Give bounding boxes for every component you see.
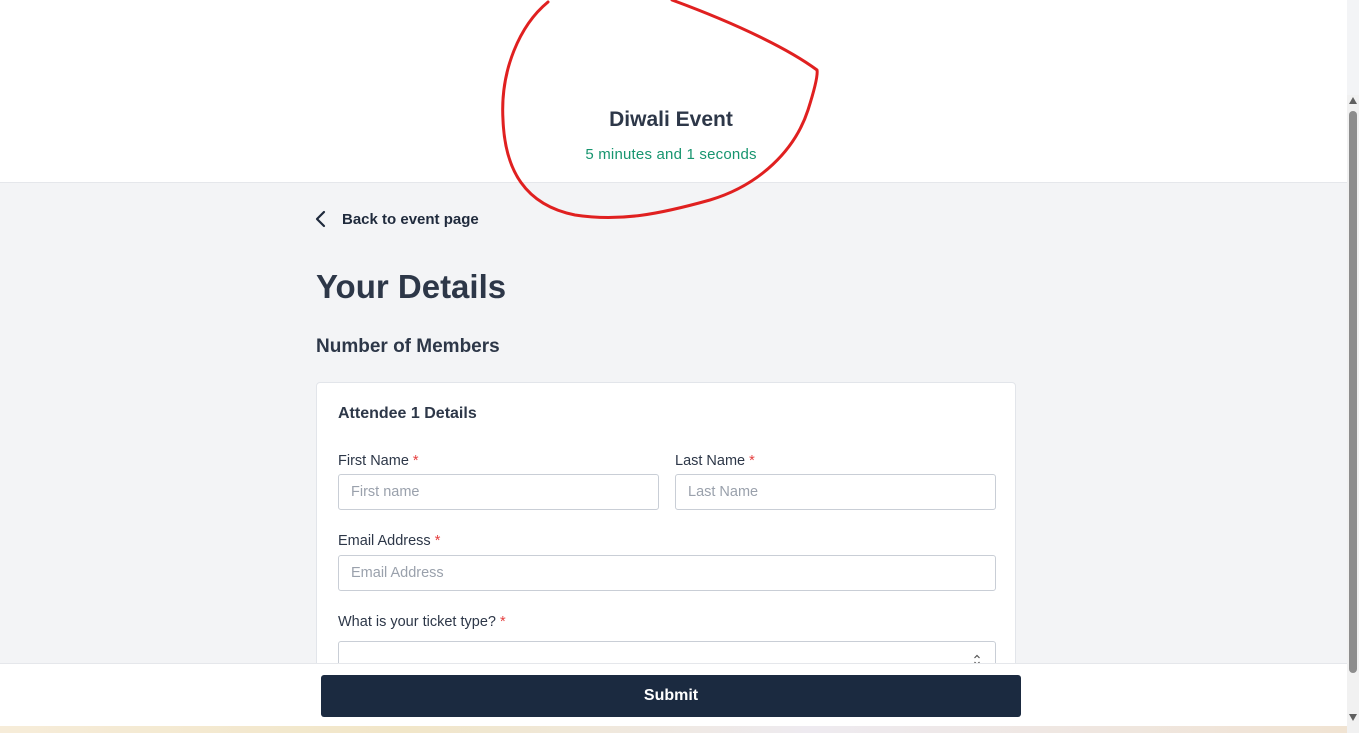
email-input[interactable] bbox=[338, 555, 996, 591]
scrollbar-thumb[interactable] bbox=[1349, 111, 1357, 673]
last-name-label-text: Last Name bbox=[675, 453, 746, 469]
required-marker: * bbox=[749, 453, 755, 469]
number-of-members-heading: Number of Members bbox=[316, 336, 500, 357]
scroll-up-arrow-icon[interactable] bbox=[1347, 95, 1359, 107]
ticket-type-label-text: What is your ticket type? bbox=[338, 614, 496, 630]
ticket-type-label: What is your ticket type? * bbox=[338, 614, 506, 630]
chevron-left-icon bbox=[315, 210, 326, 228]
last-name-input[interactable] bbox=[675, 474, 996, 510]
attendee-card-title: Attendee 1 Details bbox=[338, 405, 477, 422]
back-to-event-link[interactable]: Back to event page bbox=[314, 209, 479, 229]
submit-button[interactable]: Submit bbox=[321, 675, 1021, 717]
taskbar-strip bbox=[0, 726, 1347, 733]
event-title: Diwali Event bbox=[609, 108, 733, 131]
email-label: Email Address * bbox=[338, 533, 440, 549]
scroll-down-arrow-icon[interactable] bbox=[1347, 711, 1359, 723]
form-footer: Submit bbox=[0, 663, 1347, 726]
page-scrollbar[interactable] bbox=[1347, 95, 1359, 733]
back-link-label: Back to event page bbox=[342, 210, 479, 228]
first-name-input[interactable] bbox=[338, 474, 659, 510]
attendee-card: Attendee 1 Details First Name* Last Name… bbox=[316, 382, 1016, 682]
countdown-timer: 5 minutes and 1 seconds bbox=[585, 146, 757, 163]
last-name-label: Last Name * bbox=[675, 453, 755, 469]
first-name-label: First Name * bbox=[338, 453, 419, 469]
required-marker: * bbox=[412, 453, 419, 469]
email-label-text: Email Address bbox=[338, 533, 431, 549]
event-header: Diwali Event 5 minutes and 1 seconds bbox=[0, 0, 1347, 183]
first-name-label-text: First Name bbox=[338, 453, 409, 469]
required-marker: * bbox=[499, 614, 506, 630]
page-title: Your Details bbox=[316, 268, 507, 305]
required-marker: * bbox=[434, 533, 441, 549]
